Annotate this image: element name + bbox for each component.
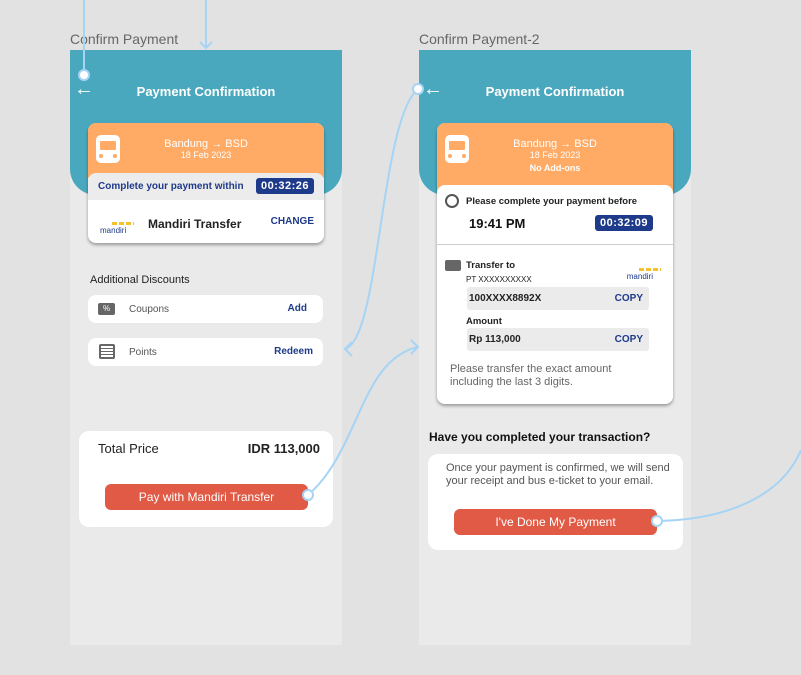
connector-node[interactable] [302,489,314,501]
connector-node[interactable] [651,515,663,527]
connector-node[interactable] [78,69,90,81]
connector-node[interactable] [412,83,424,95]
connector-arrow [307,339,420,496]
connector-line [656,449,801,522]
prototype-connectors [78,0,801,527]
connector-arrow [343,88,419,357]
connector-arrow [199,0,213,50]
